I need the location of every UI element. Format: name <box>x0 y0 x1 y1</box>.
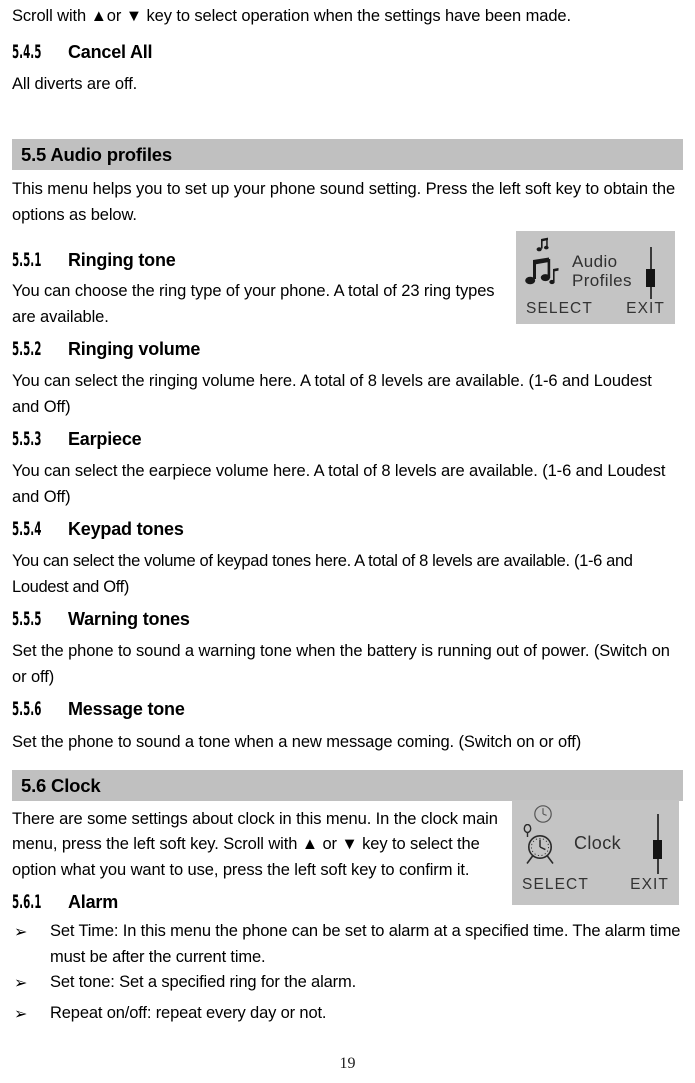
section-5-5-2-body: You can select the ringing volume here. … <box>12 372 652 416</box>
softkey-exit[interactable]: EXIT <box>626 300 665 318</box>
section-5-5-5-body: Set the phone to sound a warning tone wh… <box>12 642 670 686</box>
list-item-text: Repeat on/off: repeat every day or not. <box>50 1003 327 1022</box>
heading-number: 5.5.1 <box>12 250 42 271</box>
section-5-5-intro: This menu helps you to set up your phone… <box>12 180 676 224</box>
heading-5-5-6: 5.5.6 Message tone <box>12 696 683 723</box>
heading-title: Message tone <box>68 699 185 719</box>
clock-panel-softkey-row: SELECT EXIT <box>512 876 679 894</box>
softkey-exit[interactable]: EXIT <box>630 876 669 894</box>
section-5-5-4-body: You can select the volume of keypad tone… <box>12 552 633 596</box>
clock-icon <box>534 805 552 823</box>
arrow-bullet-icon: ➢ <box>14 1003 28 1023</box>
section-bar-5-6: 5.6 Clock <box>12 769 683 801</box>
arrow-bullet-icon: ➢ <box>14 922 28 941</box>
heading-number: 5.5.4 <box>12 519 42 540</box>
music-notes-icon <box>525 257 559 285</box>
list-item-text: Set Time: In this menu the phone can be … <box>50 922 681 966</box>
heading-title: Warning tones <box>68 609 190 629</box>
audio-profiles-phone-screen: Audio Profiles SELECT EXIT <box>516 231 675 324</box>
scroll-instruction-text: Scroll with ▲or ▼ key to select operatio… <box>12 7 571 25</box>
heading-5-5-4: 5.5.4 Keypad tones <box>12 516 683 543</box>
list-item: ➢ Repeat on/off: repeat every day or not… <box>12 1001 683 1027</box>
alarm-clock-icon <box>523 824 554 864</box>
audio-panel-label-line2: Profiles <box>572 271 632 290</box>
heading-5-5-2: 5.5.2 Ringing volume <box>12 336 683 363</box>
heading-title: Keypad tones <box>68 519 184 539</box>
section-5-5-3-body: You can select the earpiece volume here.… <box>12 462 666 506</box>
list-item: ➢ Set tone: Set a specified ring for the… <box>12 970 683 996</box>
heading-title: Alarm <box>68 892 119 912</box>
heading-5-4-5: 5.4.5 Cancel All <box>12 39 683 66</box>
heading-5-5-3: 5.5.3 Earpiece <box>12 426 683 453</box>
heading-number: 5.5.3 <box>12 429 42 450</box>
list-item: ➢ Set Time: In this menu the phone can b… <box>12 919 683 970</box>
audio-panel-label-line1: Audio <box>572 252 618 271</box>
heading-title: Ringing tone <box>68 250 176 270</box>
scrollbar-thumb[interactable] <box>646 269 655 287</box>
manual-page: Scroll with ▲or ▼ key to select operatio… <box>0 0 695 1083</box>
heading-number: 5.5.2 <box>12 339 42 360</box>
scrollbar-thumb[interactable] <box>653 840 662 859</box>
heading-5-5-5: 5.5.5 Warning tones <box>12 606 683 633</box>
clock-phone-screen: Clock SELECT EXIT <box>512 800 679 905</box>
heading-title: Cancel All <box>68 41 153 62</box>
clock-panel-label: Clock <box>574 833 622 853</box>
heading-number: 5.5.5 <box>12 609 42 630</box>
section-5-5-1-body: You can choose the ring type of your pho… <box>12 282 495 326</box>
arrow-bullet-icon: ➢ <box>14 973 28 992</box>
section-5-6-intro: There are some settings about clock in t… <box>12 809 498 879</box>
section-5-5-6-body: Set the phone to sound a tone when a new… <box>12 733 582 751</box>
music-note-icon <box>536 237 549 252</box>
heading-number: 5.4.5 <box>12 41 42 63</box>
heading-title: Earpiece <box>68 429 142 449</box>
softkey-select[interactable]: SELECT <box>522 876 589 894</box>
page-number: 19 <box>339 1055 356 1072</box>
heading-number: 5.5.6 <box>12 699 42 720</box>
section-bar-5-5: 5.5 Audio profiles <box>12 139 683 170</box>
heading-title: Ringing volume <box>68 339 201 359</box>
softkey-select[interactable]: SELECT <box>526 300 593 318</box>
section-5-4-5-body: All diverts are off. <box>12 74 138 93</box>
audio-panel-softkey-row: SELECT EXIT <box>516 300 675 318</box>
list-item-text: Set tone: Set a specified ring for the a… <box>50 973 357 991</box>
heading-number: 5.6.1 <box>12 892 42 913</box>
